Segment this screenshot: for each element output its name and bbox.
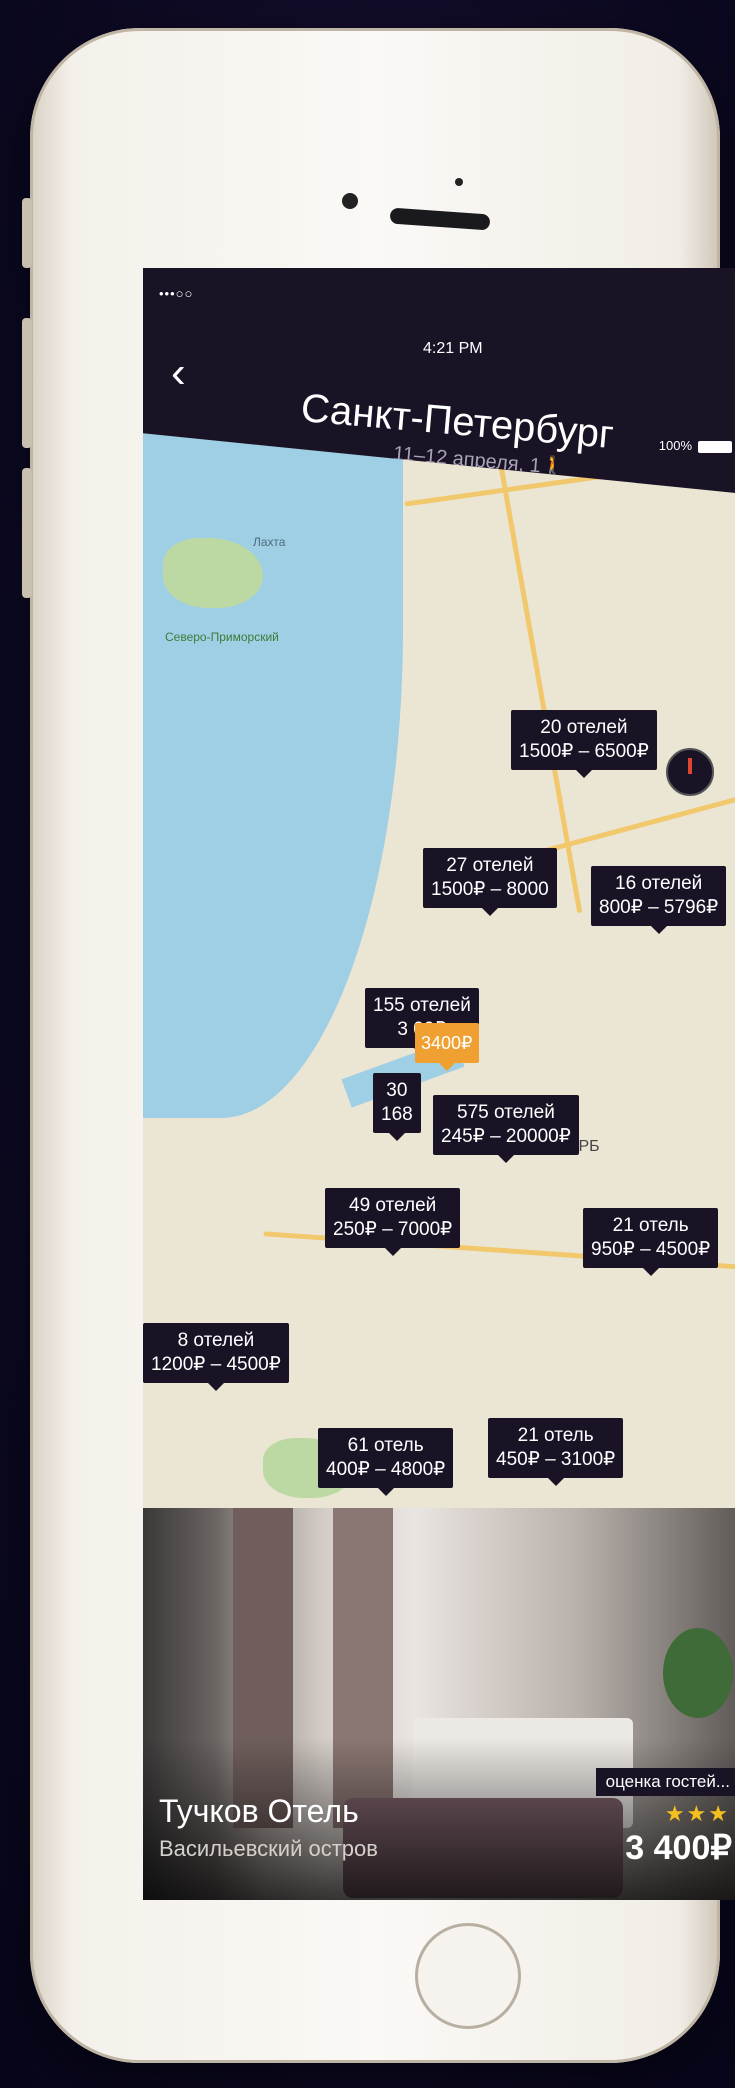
map-pin[interactable]: 49 отелей 250₽ – 7000₽ bbox=[325, 1188, 461, 1256]
map-label-lakhta: Лахта bbox=[253, 535, 286, 549]
lake-water bbox=[303, 668, 363, 828]
map-pin[interactable]: 20 отелей 1500₽ – 6500₽ bbox=[511, 710, 657, 778]
mute-switch bbox=[22, 198, 32, 268]
hotel-card[interactable]: Тучков Отель Васильевский остров оценка … bbox=[143, 1508, 735, 1900]
front-camera bbox=[342, 193, 358, 209]
map-pin[interactable]: 61 отель 400₽ – 4800₽ bbox=[318, 1428, 454, 1496]
proximity-sensor bbox=[455, 178, 463, 186]
rating-badge: оценка гостей... bbox=[595, 1768, 735, 1796]
battery-icon bbox=[698, 440, 732, 453]
hotel-price: 3 400₽ bbox=[625, 1829, 732, 1867]
screen: Лахта Северо-Приморский САНКТ-ПЕТЕРБ 20 … bbox=[143, 268, 735, 1900]
signal-indicator: •••○○ bbox=[159, 286, 194, 301]
gulf-water bbox=[143, 418, 403, 1118]
home-button[interactable] bbox=[415, 1923, 521, 2029]
map-pin-active[interactable]: 3400₽ bbox=[415, 1023, 479, 1071]
phone-frame: Лахта Северо-Приморский САНКТ-ПЕТЕРБ 20 … bbox=[22, 28, 735, 2063]
map[interactable]: Лахта Северо-Приморский САНКТ-ПЕТЕРБ 20 … bbox=[143, 418, 735, 1508]
map-pin[interactable]: 21 отель 450₽ – 3100₽ bbox=[488, 1418, 624, 1486]
chevron-left-icon[interactable]: ‹ bbox=[171, 348, 186, 398]
earpiece-speaker bbox=[389, 207, 491, 231]
status-time: 4:21 PM bbox=[423, 340, 483, 357]
map-label-park: Северо-Приморский bbox=[165, 630, 279, 644]
map-pin[interactable]: 16 отелей 800₽ – 5796₽ bbox=[591, 866, 727, 934]
road bbox=[490, 420, 583, 914]
hotel-district: Васильевский остров bbox=[159, 1836, 378, 1861]
map-pin[interactable]: 8 отелей 1200₽ – 4500₽ bbox=[143, 1323, 289, 1391]
photo-plant bbox=[663, 1628, 733, 1718]
map-pin[interactable]: 21 отель 950₽ – 4500₽ bbox=[583, 1208, 719, 1276]
hotel-name: Тучков Отель bbox=[159, 1793, 359, 1829]
map-pin[interactable]: 27 отелей 1500₽ – 8000 bbox=[423, 848, 557, 916]
map-pin[interactable]: 30 168 bbox=[373, 1073, 421, 1141]
map-pin[interactable]: 575 отелей 245₽ – 20000₽ bbox=[433, 1095, 579, 1163]
star-rating: ★★★ bbox=[664, 1801, 730, 1826]
battery-indicator: 100% bbox=[659, 438, 732, 453]
compass-icon[interactable] bbox=[666, 748, 714, 796]
volume-down-button bbox=[22, 468, 32, 598]
volume-up-button bbox=[22, 318, 32, 448]
